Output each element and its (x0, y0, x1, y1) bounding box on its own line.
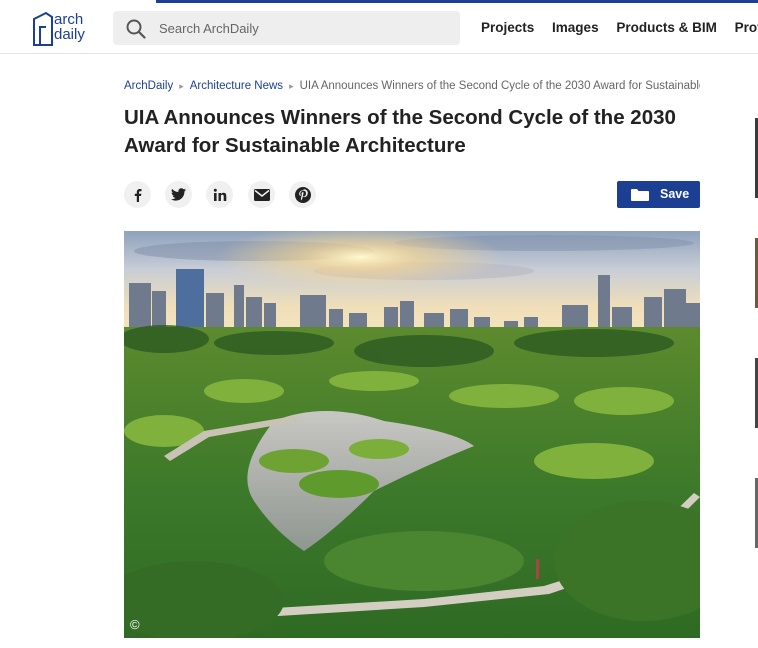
article-title: UIA Announces Winners of the Second Cycl… (124, 106, 676, 157)
search-bar[interactable]: Search ArchDaily (113, 11, 460, 45)
pinterest-icon (294, 186, 311, 203)
share-email-button[interactable] (248, 181, 275, 208)
search-icon[interactable] (126, 19, 146, 39)
search-input[interactable]: Search ArchDaily (159, 21, 259, 36)
main-nav: Projects Images Products & BIM Profess (481, 20, 758, 35)
twitter-icon (171, 188, 186, 201)
logo-line-daily: daily (54, 26, 85, 43)
chevron-right-icon: ▸ (179, 81, 184, 91)
share-twitter-button[interactable] (165, 181, 192, 208)
folder-icon (631, 189, 649, 201)
nav-projects[interactable]: Projects (481, 20, 534, 35)
breadcrumb-architecture-news[interactable]: Architecture News (190, 80, 283, 92)
breadcrumb-current: UIA Announces Winners of the Second Cycl… (299, 80, 700, 92)
linkedin-icon (213, 188, 226, 201)
share-pinterest-button[interactable] (289, 181, 316, 208)
site-header: arch daily Search ArchDaily Projects Ima… (0, 3, 758, 54)
copyright-icon: © (130, 617, 140, 632)
mail-icon (253, 188, 270, 201)
share-facebook-button[interactable] (124, 181, 151, 208)
nav-images[interactable]: Images (552, 20, 599, 35)
chevron-right-icon: ▸ (289, 81, 294, 91)
breadcrumb-archdaily[interactable]: ArchDaily (124, 80, 173, 92)
nav-products-bim[interactable]: Products & BIM (616, 20, 717, 35)
save-label: Save (660, 187, 690, 201)
facebook-icon (134, 188, 141, 202)
breadcrumb: ArchDaily ▸ Architecture News ▸ UIA Announce… (124, 80, 700, 92)
share-linkedin-button[interactable] (206, 181, 233, 208)
nav-professionals[interactable]: Profess (735, 20, 758, 35)
archdaily-logo[interactable]: arch daily (32, 9, 96, 49)
save-button[interactable]: Save (617, 181, 700, 208)
article-hero-image[interactable]: © (124, 231, 700, 638)
logo-wordmark: arch daily (54, 12, 85, 42)
park-skyline-photo (124, 231, 700, 638)
logo-line-arch: arch (54, 11, 84, 28)
